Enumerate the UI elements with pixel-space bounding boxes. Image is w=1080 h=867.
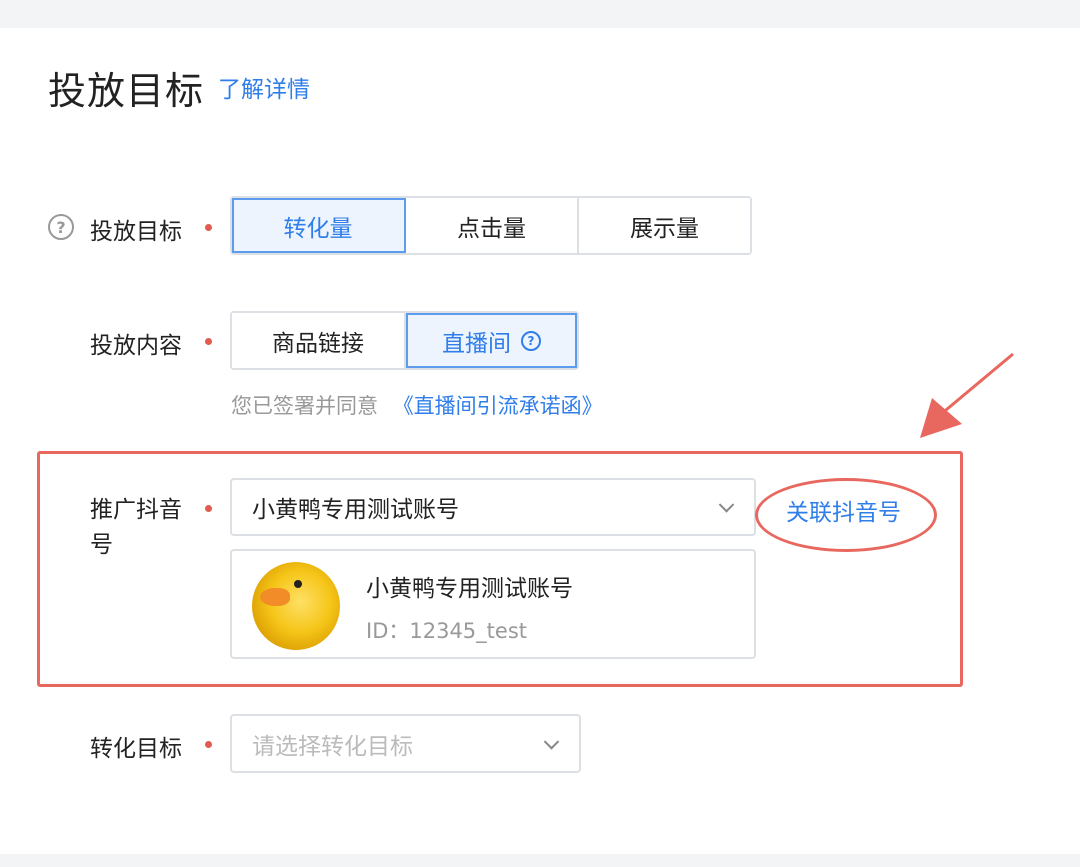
- chevron-down-icon: [718, 497, 735, 513]
- agreement-prefix: 您已签署并同意: [231, 394, 378, 418]
- help-icon[interactable]: ?: [521, 330, 541, 351]
- account-id: ID：12345_test: [366, 619, 527, 643]
- content-label: 投放内容: [90, 333, 182, 359]
- required-dot: [205, 741, 212, 748]
- required-dot: [205, 505, 212, 512]
- douyin-label-line2: 号: [90, 532, 113, 558]
- douyin-account-selected: 小黄鸭专用测试账号: [252, 497, 459, 523]
- content-option-live-room[interactable]: 直播间 ?: [406, 313, 577, 368]
- content-segmented-control: 商品链接 直播间 ?: [230, 311, 579, 370]
- account-name: 小黄鸭专用测试账号: [366, 576, 573, 602]
- target-option-impression[interactable]: 展示量: [579, 198, 750, 253]
- target-label: 投放目标: [90, 219, 182, 245]
- duck-eye: [294, 580, 302, 588]
- avatar: [252, 562, 340, 650]
- help-icon[interactable]: ?: [48, 214, 74, 240]
- target-option-click[interactable]: 点击量: [406, 198, 579, 253]
- content-option-live-room-label: 直播间: [442, 330, 511, 357]
- link-douyin-account-link[interactable]: 关联抖音号: [786, 493, 901, 527]
- douyin-account-select[interactable]: 小黄鸭专用测试账号: [230, 478, 756, 536]
- required-dot: [205, 338, 212, 345]
- content-option-product-link[interactable]: 商品链接: [232, 313, 406, 368]
- target-segmented-control: 转化量 点击量 展示量: [230, 196, 752, 255]
- conversion-target-select[interactable]: 请选择转化目标: [230, 714, 581, 773]
- annotation-arrow: [920, 352, 1014, 438]
- learn-more-link[interactable]: 了解详情: [218, 70, 310, 104]
- agreement-link[interactable]: 《直播间引流承诺函》: [393, 394, 603, 418]
- account-card: 小黄鸭专用测试账号 ID：12345_test: [230, 549, 756, 659]
- douyin-label: 推广抖音 号: [90, 493, 182, 563]
- conversion-label: 转化目标: [90, 736, 182, 762]
- agreement-text: 您已签署并同意 《直播间引流承诺函》: [231, 390, 603, 420]
- chevron-down-icon: [543, 733, 560, 750]
- duck-beak: [260, 588, 290, 606]
- required-dot: [205, 224, 212, 231]
- page-title: 投放目标: [48, 69, 205, 113]
- target-option-conversion[interactable]: 转化量: [232, 198, 406, 253]
- douyin-label-line1: 推广抖音: [90, 497, 182, 523]
- conversion-placeholder: 请选择转化目标: [252, 733, 413, 760]
